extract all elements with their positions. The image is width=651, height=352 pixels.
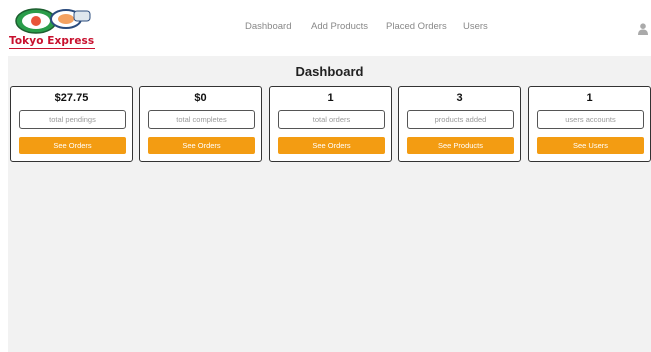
user-icon[interactable] xyxy=(638,23,648,35)
stat-value: 3 xyxy=(456,92,463,104)
see-orders-button[interactable]: See Orders xyxy=(278,137,385,154)
stat-value: $0 xyxy=(194,92,207,104)
sushi-logo-icon xyxy=(15,8,91,34)
stat-label: users accounts xyxy=(537,110,644,129)
top-header: Tokyo Express Dashboard Add Products Pla… xyxy=(0,0,651,56)
logo-text: Tokyo Express xyxy=(9,35,95,47)
nav-placed-orders[interactable]: Placed Orders xyxy=(386,21,447,32)
stat-value: 1 xyxy=(327,92,334,104)
tokyo-express-logo[interactable]: Tokyo Express xyxy=(8,7,100,49)
stat-label: products added xyxy=(407,110,514,129)
stat-value: $27.75 xyxy=(54,92,89,104)
see-products-button[interactable]: See Products xyxy=(407,137,514,154)
stat-card-total-pendings: $27.75 total pendings See Orders xyxy=(10,86,133,162)
see-orders-button[interactable]: See Orders xyxy=(19,137,126,154)
page-title: Dashboard xyxy=(295,64,364,79)
nav-add-products[interactable]: Add Products xyxy=(311,21,368,32)
nav-users[interactable]: Users xyxy=(463,21,488,32)
stat-value: 1 xyxy=(586,92,593,104)
stat-card-total-orders: 1 total orders See Orders xyxy=(269,86,392,162)
stat-card-total-completes: $0 total completes See Orders xyxy=(139,86,262,162)
stat-label: total orders xyxy=(278,110,385,129)
see-users-button[interactable]: See Users xyxy=(537,137,644,154)
stat-label: total completes xyxy=(148,110,255,129)
logo-underline xyxy=(9,48,95,49)
nav-dashboard[interactable]: Dashboard xyxy=(245,21,291,32)
stat-card-users-accounts: 1 users accounts See Users xyxy=(528,86,651,162)
stat-label: total pendings xyxy=(19,110,126,129)
stat-card-products-added: 3 products added See Products xyxy=(398,86,521,162)
see-orders-button[interactable]: See Orders xyxy=(148,137,255,154)
dashboard-panel: Dashboard $27.75 total pendings See Orde… xyxy=(8,56,651,352)
